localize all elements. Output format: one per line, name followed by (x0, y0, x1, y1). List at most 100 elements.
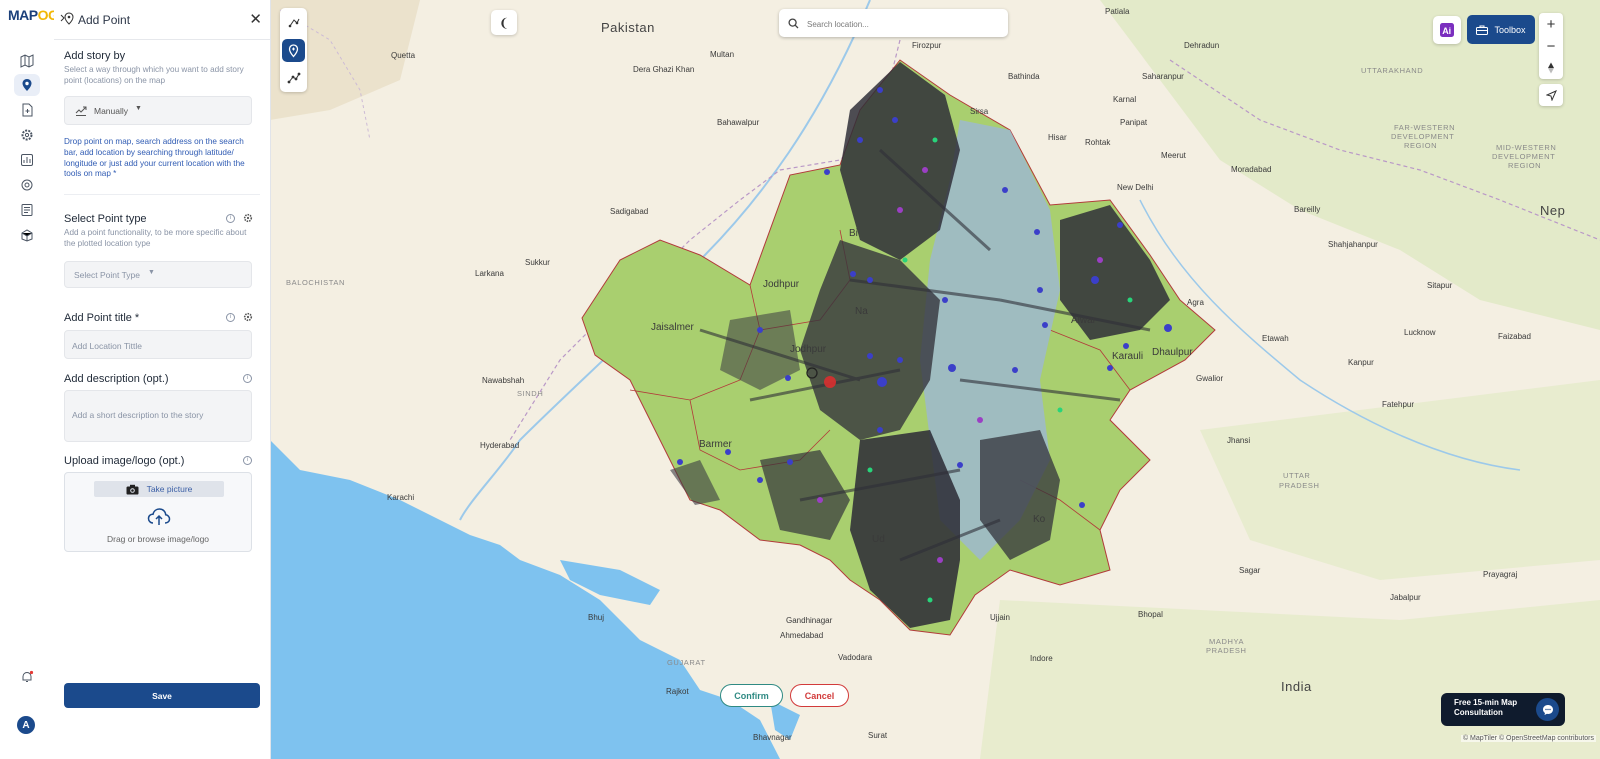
point-type-title: Select Point type (64, 213, 147, 225)
hand-pointer-icon (75, 106, 87, 116)
chat-icon (1542, 704, 1553, 715)
district-label: Ud (872, 534, 885, 545)
camera-icon (126, 484, 139, 494)
city-label: Fatehpur (1382, 400, 1414, 409)
city-label: Sadigabad (610, 207, 648, 216)
rail-notification-button[interactable] (14, 666, 40, 688)
city-label: Multan (710, 50, 734, 59)
toolbox-label: Toolbox (1494, 24, 1526, 35)
point-title-input[interactable]: Add Location Tittle (64, 330, 252, 359)
region-label: SINDH (517, 389, 543, 398)
district-label: Karauli (1112, 351, 1143, 362)
city-label: Nawabshah (482, 376, 524, 385)
point-title-label: Add Point title * (64, 312, 140, 324)
zoom-out-button[interactable]: − (1539, 35, 1563, 57)
city-label: Sirsa (970, 107, 989, 116)
location-hint: Drop point on map, search address on the… (64, 137, 245, 179)
search-input[interactable] (805, 14, 1004, 34)
city-label: Lucknow (1404, 328, 1436, 337)
drag-browse-text: Drag or browse image/logo (106, 534, 210, 544)
city-label: Rajkot (666, 687, 689, 696)
city-label: Ahmedabad (780, 631, 823, 640)
rail-location-button[interactable] (14, 74, 40, 96)
city-label: New Delhi (1117, 183, 1154, 192)
city-label: Hyderabad (480, 441, 519, 450)
city-label: Faizabad (1498, 332, 1531, 341)
map-tool-stack (280, 8, 307, 92)
upload-label: Upload image/logo (opt.) (64, 455, 185, 467)
ai-icon: Ai (1440, 23, 1454, 37)
info-icon[interactable]: i (226, 214, 235, 223)
description-textarea[interactable]: Add a short description to the story (64, 390, 252, 442)
city-label: Agra (1187, 298, 1204, 307)
rail-gear-button[interactable] (14, 124, 40, 146)
panel-title: Add Point (78, 13, 131, 27)
consultation-banner[interactable]: Free 15-min Map Consultation (1441, 693, 1565, 726)
city-label: Jhansi (1227, 436, 1250, 445)
district-label: Alwar (1071, 315, 1097, 326)
city-label: Dehradun (1184, 41, 1219, 50)
city-label: Meerut (1161, 151, 1187, 160)
city-label: Karachi (387, 493, 414, 502)
city-label: Indore (1030, 654, 1053, 663)
app-logo[interactable]: MAPOG (8, 7, 59, 23)
avatar[interactable]: A (17, 716, 35, 734)
rail-analytics-button[interactable] (14, 149, 40, 171)
rail-settings-button[interactable] (14, 174, 40, 196)
gear-icon[interactable] (243, 213, 253, 223)
upload-dropzone[interactable]: Take picture Drag or browse image/logo (64, 472, 252, 552)
cancel-button[interactable]: Cancel (790, 684, 849, 707)
save-button[interactable]: Save (64, 683, 260, 708)
route-icon (287, 72, 300, 83)
rail-data-button[interactable] (14, 224, 40, 246)
confirm-button[interactable]: Confirm (720, 684, 783, 707)
district-label: Na (855, 306, 868, 317)
city-label: Jabalpur (1390, 593, 1421, 602)
info-icon[interactable]: i (243, 456, 252, 465)
analytics-icon (21, 154, 33, 166)
city-label: Etawah (1262, 334, 1289, 343)
story-by-title: Add story by (64, 50, 126, 62)
story-method-value: Manually (94, 106, 129, 116)
city-label: Panipat (1120, 118, 1148, 127)
gear-icon[interactable] (243, 312, 253, 322)
region-label: UTTARAKHAND (1361, 66, 1423, 75)
route-tool-button[interactable] (282, 66, 305, 89)
description-label: Add description (opt.) (64, 373, 169, 385)
take-picture-label: Take picture (146, 484, 193, 494)
bell-icon (22, 670, 34, 682)
rail-add-file-button[interactable] (14, 99, 40, 121)
close-icon[interactable]: ✕ (249, 10, 262, 28)
region-label: PRADESH (1279, 481, 1319, 490)
compass-icon (1548, 62, 1554, 74)
city-label: Hisar (1048, 133, 1067, 142)
region-label: DEVELOPMENT (1492, 152, 1555, 161)
hand-drag-icon (288, 18, 299, 27)
info-icon[interactable]: i (243, 374, 252, 383)
city-label: Bhuj (588, 613, 604, 622)
info-icon[interactable]: i (226, 313, 235, 322)
region-label: DEVELOPMENT (1391, 132, 1454, 141)
divider (64, 194, 260, 195)
chat-button[interactable] (1536, 698, 1559, 721)
city-label: Gandhinagar (786, 616, 833, 625)
add-point-tool-button[interactable] (282, 39, 305, 62)
ai-button[interactable]: Ai (1433, 16, 1461, 44)
city-label: Moradabad (1231, 165, 1271, 174)
city-label: Shahjahanpur (1328, 240, 1378, 249)
point-type-select[interactable]: Select Point Type ▼ (64, 261, 252, 288)
take-picture-button[interactable]: Take picture (94, 481, 224, 497)
country-label-india: India (1281, 679, 1312, 694)
story-method-select[interactable]: Manually ▼ (64, 96, 252, 125)
briefcase-icon (1476, 25, 1489, 35)
rail-report-button[interactable] (14, 199, 40, 221)
search-bar[interactable] (779, 9, 1008, 37)
compass-button[interactable] (1539, 57, 1563, 79)
toolbox-button[interactable]: Toolbox (1467, 15, 1535, 44)
locate-me-button[interactable] (1539, 84, 1563, 106)
zoom-in-button[interactable]: + (1539, 13, 1563, 35)
collapse-panel-button[interactable]: ❨ (491, 10, 517, 35)
city-label: Surat (868, 731, 888, 740)
rail-map-button[interactable] (14, 50, 40, 72)
draw-tool-button[interactable] (282, 11, 305, 34)
